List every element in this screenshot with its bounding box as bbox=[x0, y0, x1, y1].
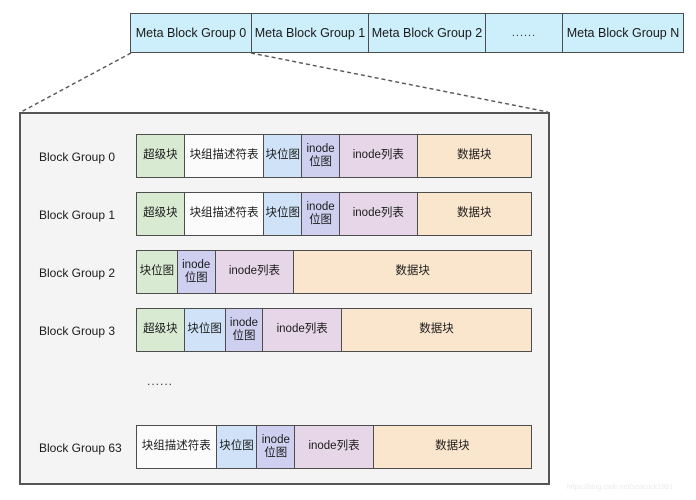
meta-block-group-cell[interactable]: Meta Block Group 0 bbox=[131, 14, 252, 52]
block-segment[interactable]: inode 位图 bbox=[302, 193, 340, 235]
block-group-label: Block Group 1 bbox=[39, 208, 116, 222]
meta-block-group-cell[interactable]: Meta Block Group 2 bbox=[369, 14, 486, 52]
connector-line-left bbox=[20, 52, 132, 113]
block-segment[interactable]: 块组描述符表 bbox=[184, 135, 265, 177]
block-segment[interactable]: 块位图 bbox=[216, 426, 258, 468]
block-segment[interactable]: inode 位图 bbox=[302, 135, 340, 177]
block-group-row: Block Group 63 块组描述符表 块位图 inode 位图 inode列表 数据… bbox=[21, 425, 548, 469]
block-segment[interactable]: inode 位图 bbox=[225, 309, 264, 351]
block-group-row: Block Group 1 超级块 块组描述符表 块位图 inode 位图 inode列表… bbox=[21, 192, 548, 236]
block-group-bar: 超级块 块组描述符表 块位图 inode 位图 inode列表 数据块 bbox=[136, 192, 532, 236]
block-segment[interactable]: 超级块 bbox=[137, 135, 185, 177]
block-segment[interactable]: 超级块 bbox=[137, 309, 185, 351]
block-segment[interactable]: 块组描述符表 bbox=[184, 193, 265, 235]
block-group-bar: 超级块 块位图 inode 位图 inode列表 数据块 bbox=[136, 308, 532, 352]
block-segment[interactable]: inode 位图 bbox=[177, 251, 216, 293]
block-segment[interactable]: inode列表 bbox=[263, 309, 342, 351]
block-group-label: Block Group 2 bbox=[39, 266, 116, 280]
meta-block-group-strip: Meta Block Group 0 Meta Block Group 1 Meta… bbox=[130, 13, 684, 53]
block-segment[interactable]: inode 位图 bbox=[257, 426, 296, 468]
block-group-label: Block Group 63 bbox=[39, 441, 122, 455]
block-group-label: Block Group 3 bbox=[39, 324, 116, 338]
block-group-bar: 块位图 inode 位图 inode列表 数据块 bbox=[136, 250, 532, 294]
block-group-ellipsis: ...... bbox=[147, 374, 174, 388]
block-segment[interactable]: inode列表 bbox=[295, 426, 374, 468]
block-segment[interactable]: 数据块 bbox=[417, 193, 532, 235]
block-group-row: Block Group 0 超级块 块组描述符表 块位图 inode 位图 inode列表… bbox=[21, 134, 548, 178]
block-segment[interactable]: 数据块 bbox=[294, 251, 531, 293]
block-group-label: Block Group 0 bbox=[39, 150, 116, 164]
connector-line-right bbox=[250, 52, 549, 113]
block-segment[interactable]: 超级块 bbox=[137, 193, 185, 235]
block-segment[interactable]: 数据块 bbox=[373, 426, 531, 468]
block-group-row: Block Group 3 超级块 块位图 inode 位图 inode列表 数据块 bbox=[21, 308, 548, 352]
block-segment[interactable]: 数据块 bbox=[341, 309, 532, 351]
block-segment[interactable]: 块位图 bbox=[184, 309, 226, 351]
block-segment[interactable]: 块位图 bbox=[264, 193, 303, 235]
meta-block-group-ellipsis[interactable]: ...... bbox=[486, 14, 563, 52]
block-group-bar: 超级块 块组描述符表 块位图 inode 位图 inode列表 数据块 bbox=[136, 134, 532, 178]
block-group-row: Block Group 2 块位图 inode 位图 inode列表 数据块 bbox=[21, 250, 548, 294]
block-group-detail-panel: ...... Block Group 0 超级块 块组描述符表 块位图 inode 位图… bbox=[19, 112, 550, 485]
block-segment[interactable]: inode列表 bbox=[339, 135, 418, 177]
block-segment[interactable]: 数据块 bbox=[417, 135, 532, 177]
block-segment[interactable]: 块位图 bbox=[137, 251, 178, 293]
meta-block-group-cell[interactable]: Meta Block Group 1 bbox=[252, 14, 369, 52]
block-segment[interactable]: inode列表 bbox=[339, 193, 418, 235]
block-segment[interactable]: 块组描述符表 bbox=[137, 426, 217, 468]
block-group-bar: 块组描述符表 块位图 inode 位图 inode列表 数据块 bbox=[136, 425, 532, 469]
meta-block-group-cell[interactable]: Meta Block Group N bbox=[563, 14, 683, 52]
block-segment[interactable]: inode列表 bbox=[215, 251, 295, 293]
block-segment[interactable]: 块位图 bbox=[264, 135, 303, 177]
watermark: https://blog.csdn.net/seacock1991 bbox=[567, 484, 673, 491]
